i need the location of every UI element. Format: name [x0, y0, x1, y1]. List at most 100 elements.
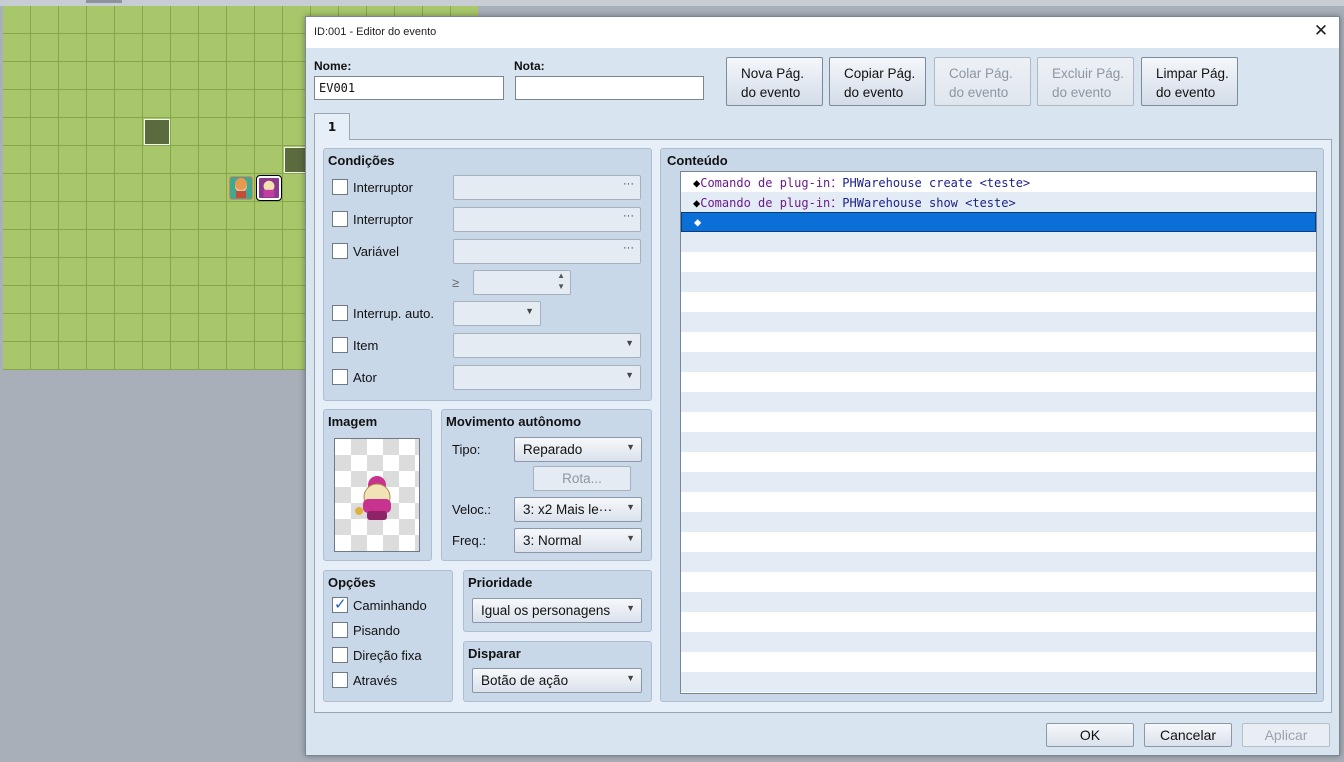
page-tab-body: Condições Interruptor ··· Interruptor ··…: [314, 139, 1332, 713]
name-label: Nome:: [314, 59, 352, 73]
trigger-title: Disparar: [468, 646, 521, 661]
chevron-down-icon: ▼: [626, 673, 635, 683]
switch1-select[interactable]: ···: [453, 175, 641, 200]
trigger-panel: Disparar Botão de ação ▼: [463, 641, 652, 702]
chevron-down-icon: ▼: [626, 533, 635, 543]
variable-select[interactable]: ···: [453, 239, 641, 264]
map-event-sprite[interactable]: [256, 175, 282, 201]
direction-fix-label: Direção fixa: [353, 648, 422, 663]
character-sprite-icon: [355, 476, 391, 520]
self-switch-select[interactable]: ▼: [453, 301, 541, 326]
dialog-title: ID:001 - Editor do evento: [314, 26, 437, 38]
priority-value: Igual os personagens: [481, 603, 611, 618]
command-list[interactable]: ◆Comando de plug-in：PHWarehouse create <…: [680, 171, 1317, 694]
map-tile-dark[interactable]: [144, 119, 170, 145]
item-label: Item: [353, 338, 379, 353]
priority-select[interactable]: Igual os personagens ▼: [472, 598, 642, 623]
switch1-label: Interruptor: [353, 180, 413, 195]
image-title: Imagem: [328, 414, 378, 429]
note-label: Nota:: [514, 59, 545, 73]
spin-up-icon[interactable]: ▲: [557, 271, 565, 280]
chevron-down-icon: ▼: [525, 306, 534, 316]
type-value: Reparado: [523, 442, 583, 457]
command-row[interactable]: ◆Comando de plug-in：PHWarehouse show <te…: [681, 192, 1316, 212]
tab-page-1[interactable]: 1: [314, 113, 350, 140]
self-switch-checkbox[interactable]: [332, 305, 348, 321]
conditions-panel: Condições Interruptor ··· Interruptor ··…: [323, 148, 652, 401]
type-select[interactable]: Reparado ▼: [514, 437, 642, 462]
cancel-button[interactable]: Cancelar: [1144, 723, 1232, 747]
freq-label: Freq.:: [452, 533, 486, 548]
speed-select[interactable]: 3: x2 Mais le··· ▼: [514, 497, 642, 522]
chevron-down-icon: ▼: [625, 338, 634, 348]
route-label: Rota...: [562, 471, 602, 486]
freq-select[interactable]: 3: Normal ▼: [514, 528, 642, 553]
command-sep: ：: [830, 196, 843, 210]
options-title: Opções: [328, 575, 376, 590]
apply-button[interactable]: Aplicar: [1242, 723, 1330, 747]
delete-page-label-1: Excluir Pág.: [1052, 66, 1125, 81]
walking-label: Caminhando: [353, 598, 427, 613]
item-checkbox[interactable]: [332, 337, 348, 353]
speed-label: Veloc.:: [452, 502, 492, 517]
speed-value: 3: x2 Mais le···: [523, 502, 613, 517]
self-switch-label: Interrup. auto.: [353, 306, 434, 321]
command-row[interactable]: ◆Comando de plug-in：PHWarehouse create <…: [681, 172, 1316, 192]
delete-page-button[interactable]: Excluir Pág. do evento: [1037, 57, 1134, 106]
paste-page-button[interactable]: Colar Pág. do evento: [934, 57, 1031, 106]
command-args: PHWarehouse show <teste>: [842, 196, 1016, 210]
freq-value: 3: Normal: [523, 533, 582, 548]
name-field[interactable]: EV001: [314, 76, 504, 100]
item-select[interactable]: ▼: [453, 333, 641, 358]
movement-panel: Movimento autônomo Tipo: Reparado ▼ Rota.…: [441, 409, 652, 561]
clear-page-label-2: do evento: [1156, 85, 1216, 100]
stepping-checkbox[interactable]: [332, 622, 348, 638]
command-name: Comando de plug-in: [700, 176, 831, 190]
title-bar[interactable]: ID:001 - Editor do evento ✕: [306, 17, 1339, 48]
new-page-button[interactable]: Nova Pág. do evento: [726, 57, 823, 106]
map-tab[interactable]: [86, 0, 122, 3]
ok-button[interactable]: OK: [1046, 723, 1134, 747]
priority-panel: Prioridade Igual os personagens ▼: [463, 570, 652, 632]
through-label: Através: [353, 673, 398, 688]
actor-checkbox[interactable]: [332, 369, 348, 385]
clear-page-button[interactable]: Limpar Pág. do evento: [1141, 57, 1238, 106]
chevron-down-icon: ▼: [626, 502, 635, 512]
stepping-label: Pisando: [353, 623, 400, 638]
variable-value-spinner[interactable]: ▲ ▼: [473, 270, 571, 295]
priority-title: Prioridade: [468, 575, 533, 590]
movement-title: Movimento autônomo: [446, 414, 582, 429]
close-icon[interactable]: ✕: [1311, 21, 1331, 41]
command-row-selected[interactable]: ◆: [681, 212, 1316, 232]
switch2-label: Interruptor: [353, 212, 413, 227]
delete-page-label-2: do evento: [1052, 85, 1112, 100]
tab-page-1-label: 1: [327, 120, 337, 134]
conditions-title: Condições: [328, 153, 395, 168]
copy-page-button[interactable]: Copiar Pág. do evento: [829, 57, 926, 106]
ellipsis-icon: ···: [623, 178, 634, 190]
new-page-label-1: Nova Pág.: [741, 66, 805, 81]
command-name: Comando de plug-in: [700, 196, 831, 210]
copy-page-label-2: do evento: [844, 85, 904, 100]
options-panel: Opções Caminhando Pisando Direção fixa A…: [323, 570, 453, 702]
type-label: Tipo:: [452, 442, 481, 457]
content-title: Conteúdo: [667, 153, 728, 168]
paste-page-label-2: do evento: [949, 85, 1009, 100]
actor-label: Ator: [353, 370, 377, 385]
actor-select[interactable]: ▼: [453, 365, 641, 390]
through-checkbox[interactable]: [332, 672, 348, 688]
direction-fix-checkbox[interactable]: [332, 647, 348, 663]
map-actor-sprite[interactable]: [229, 176, 253, 200]
chevron-down-icon: ▼: [625, 370, 634, 380]
character-image-preview[interactable]: [334, 438, 420, 552]
trigger-select[interactable]: Botão de ação ▼: [472, 668, 642, 693]
command-marker: ◆: [694, 215, 702, 229]
note-field[interactable]: [515, 76, 704, 100]
walking-checkbox[interactable]: [332, 595, 348, 613]
switch2-select[interactable]: ···: [453, 207, 641, 232]
route-button[interactable]: Rota...: [533, 466, 631, 491]
spin-down-icon[interactable]: ▼: [557, 282, 565, 291]
switch1-checkbox[interactable]: [332, 179, 348, 195]
switch2-checkbox[interactable]: [332, 211, 348, 227]
variable-checkbox[interactable]: [332, 243, 348, 259]
